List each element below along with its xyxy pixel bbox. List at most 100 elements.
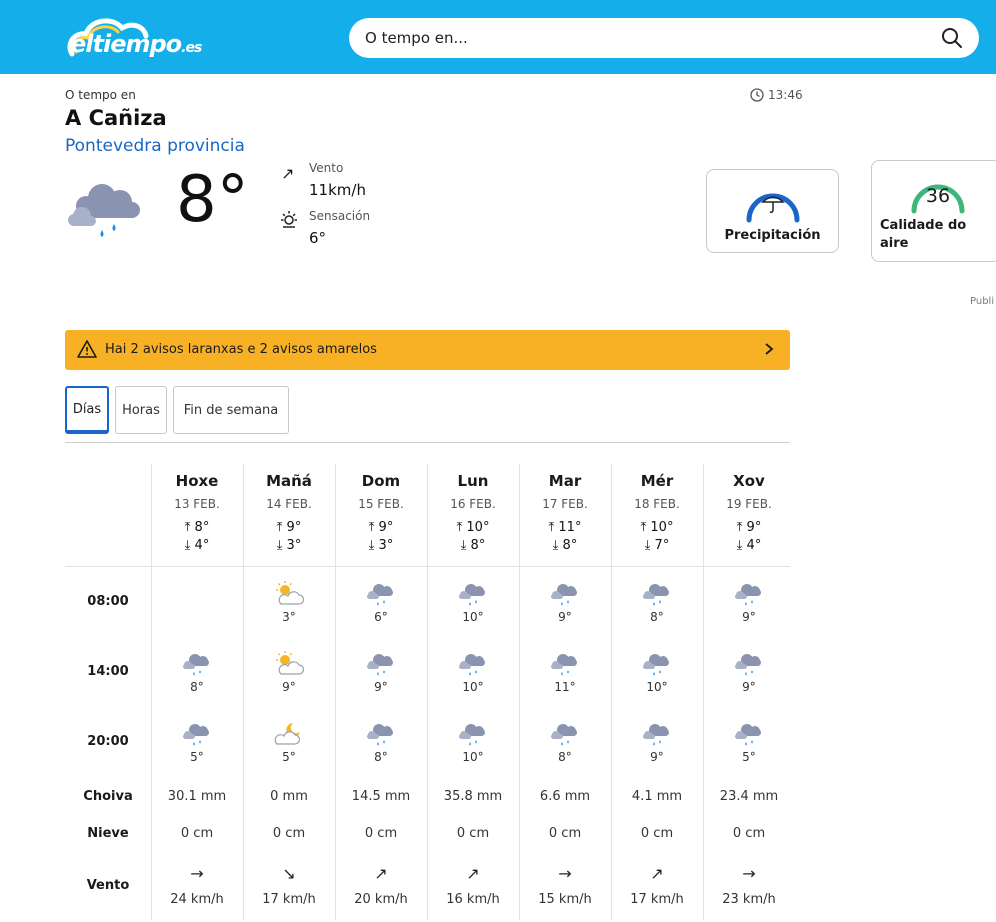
row-label-20: 20:00 [87,734,129,749]
hour-temp: 9° [742,680,756,694]
precipitation-label: Precipitación [724,228,821,243]
wind-direction-icon: → [742,864,756,883]
wind-label: Vento [309,161,344,175]
update-time-value: 13:46 [768,88,803,102]
day-min-temp: ⤓ 7° [644,538,670,553]
wind-direction-icon: ↗ [466,864,480,883]
day-min-temp: ⤓ 8° [460,538,486,553]
rain-icon [456,580,490,608]
hour-temp: 10° [646,680,668,694]
rain-icon [548,650,582,678]
day-min-temp: ⤓ 3° [368,538,394,553]
precipitation-gauge-icon [746,193,800,223]
sun-cloud-icon [272,650,306,678]
hour-temp: 8° [650,610,664,624]
rain-amount: 23.4 mm [719,789,779,804]
hour-temp: 8° [190,680,204,694]
moon-cloud-icon [272,720,306,748]
day-date: 19 FEB. [726,497,772,511]
row-label-wind: Vento [86,878,130,893]
day-name[interactable]: Mar [519,472,611,490]
day-name[interactable]: Xov [703,472,795,490]
row-label-rain: Choiva [83,789,133,804]
rain-icon [364,650,398,678]
day-max-temp: ⤒ 8° [184,520,210,535]
day-name[interactable]: Mér [611,472,703,490]
wind-speed: 24 km/h [170,892,224,907]
wind-direction-icon: → [558,864,572,883]
snow-amount: 0 cm [272,826,306,841]
alert-text: Hai 2 avisos laranxas e 2 avisos amarelo… [105,342,377,357]
day-min-temp: ⤓ 3° [276,538,302,553]
current-temperature: 8° [176,163,249,237]
search-input[interactable] [365,18,925,58]
tab-horas[interactable]: Horas [115,386,167,434]
hour-temp: 3° [282,610,296,624]
rain-icon [180,720,214,748]
day-date: 18 FEB. [634,497,680,511]
day-name[interactable]: Hoxe [151,472,243,490]
precipitation-card[interactable]: Precipitación [706,169,839,253]
wind-direction-icon: ↗ [374,864,388,883]
day-name[interactable]: Dom [335,472,427,490]
snow-amount: 0 cm [364,826,398,841]
rain-amount: 0 mm [270,789,308,804]
row-label-08: 08:00 [87,594,129,609]
rain-amount: 4.1 mm [631,789,683,804]
wind-speed: 23 km/h [722,892,776,907]
logo-main: eltiempo [70,30,182,58]
rain-icon [456,720,490,748]
chevron-right-icon [765,343,774,355]
tabs-divider [65,442,790,443]
update-time: 13:46 [750,88,803,102]
province-link[interactable]: Pontevedra provincia [65,136,245,156]
day-min-temp: ⤓ 4° [736,538,762,553]
hour-temp: 9° [282,680,296,694]
hour-temp: 10° [462,750,484,764]
day-max-temp: ⤒ 11° [548,520,582,535]
snow-amount: 0 cm [548,826,582,841]
rain-icon [640,650,674,678]
air-quality-label: Calidade do aire [880,218,967,251]
search-box [349,18,979,58]
day-name[interactable]: Mañá [243,472,335,490]
rain-icon [640,720,674,748]
sun-cloud-icon [272,580,306,608]
rain-amount: 35.8 mm [443,789,503,804]
location-prefix: O tempo en [65,88,136,102]
wind-direction-icon: ↘ [282,864,296,883]
day-date: 16 FEB. [450,497,496,511]
logo-suffix: .es [181,40,202,56]
day-date: 15 FEB. [358,497,404,511]
logo-wordmark[interactable]: eltiempo.es [70,30,202,58]
wind-speed: 20 km/h [354,892,408,907]
wind-direction-icon: ↗ [650,864,664,883]
rain-icon [548,720,582,748]
wind-speed: 17 km/h [262,892,316,907]
wind-speed: 15 km/h [538,892,592,907]
search-icon[interactable] [941,27,963,49]
tab-dias[interactable]: Días [65,386,109,434]
hour-temp: 10° [462,610,484,624]
hour-temp: 9° [650,750,664,764]
day-max-temp: ⤒ 10° [640,520,674,535]
day-name[interactable]: Lun [427,472,519,490]
rain-icon [732,650,766,678]
hour-temp: 5° [190,750,204,764]
weather-alert-banner[interactable]: Hai 2 avisos laranxas e 2 avisos amarelo… [65,330,790,370]
air-quality-card[interactable]: 36 Calidade do aire [871,160,996,262]
day-max-temp: ⤒ 9° [276,520,302,535]
page-title: A Cañiza [65,106,167,130]
sensation-icon [281,211,297,228]
day-date: 14 FEB. [266,497,312,511]
hour-temp: 5° [282,750,296,764]
tab-fin-de-semana[interactable]: Fin de semana [173,386,289,434]
hour-temp: 8° [374,750,388,764]
top-header: eltiempo.es [0,0,996,74]
ad-label: Publi [970,296,995,307]
wind-direction-icon: ↗ [281,164,295,183]
air-quality-value: 36 [925,185,951,207]
sensation-label: Sensación [309,209,371,223]
day-max-temp: ⤒ 10° [456,520,490,535]
snow-amount: 0 cm [732,826,766,841]
